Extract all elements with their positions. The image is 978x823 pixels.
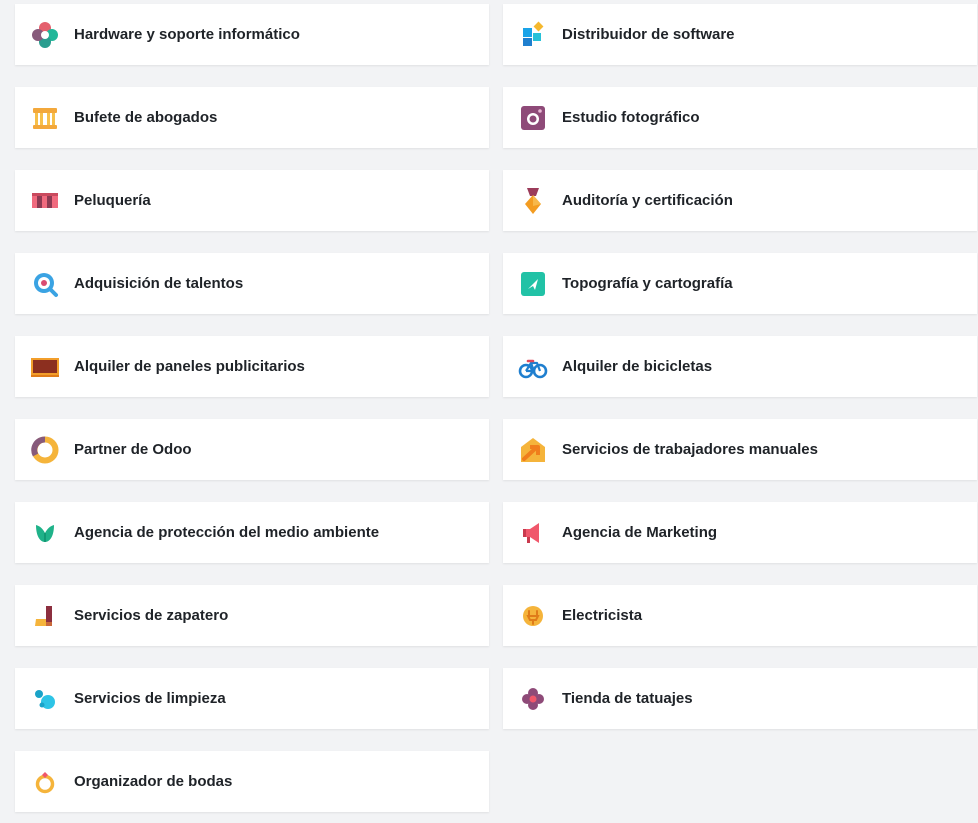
industry-card-photo-studio[interactable]: Estudio fotográfico (503, 87, 977, 148)
industry-card-talent[interactable]: Adquisición de talentos (15, 253, 489, 314)
tattoo-flower-icon (518, 684, 548, 714)
industry-label: Hardware y soporte informático (74, 26, 300, 43)
industry-card-handyman[interactable]: Servicios de trabajadores manuales (503, 419, 977, 480)
plug-icon (518, 601, 548, 631)
industry-label: Servicios de trabajadores manuales (562, 441, 818, 458)
courthouse-icon (30, 103, 60, 133)
awning-shop-icon (30, 186, 60, 216)
industry-card-electrician[interactable]: Electricista (503, 585, 977, 646)
industry-label: Organizador de bodas (74, 773, 233, 790)
software-blocks-icon (518, 20, 548, 50)
industry-label: Alquiler de bicicletas (562, 358, 713, 375)
flower-hardware-icon (30, 20, 60, 50)
billboard-icon (30, 352, 60, 382)
industry-label: Topografía y cartografía (562, 275, 733, 292)
industry-card-odoo-partner[interactable]: Partner de Odoo (15, 419, 489, 480)
industry-label: Agencia de protección del medio ambiente (74, 524, 380, 541)
industry-card-cleaning[interactable]: Servicios de limpieza (15, 668, 489, 729)
industry-card-marketing[interactable]: Agencia de Marketing (503, 502, 977, 563)
ring-icon (30, 767, 60, 797)
medal-icon (518, 186, 548, 216)
industry-label: Estudio fotográfico (562, 109, 700, 126)
bicycle-icon (518, 352, 548, 382)
industry-card-hair-salon[interactable]: Peluquería (15, 170, 489, 231)
megaphone-icon (518, 518, 548, 548)
industry-card-law-firm[interactable]: Bufete de abogados (15, 87, 489, 148)
industry-label: Alquiler de paneles publicitarios (74, 358, 305, 375)
camera-icon (518, 103, 548, 133)
industry-label: Servicios de limpieza (74, 690, 226, 707)
industry-label: Servicios de zapatero (74, 607, 229, 624)
industry-card-hardware[interactable]: Hardware y soporte informático (15, 4, 489, 65)
industry-label: Agencia de Marketing (562, 524, 718, 541)
industry-grid: Hardware y soporte informático Distribui… (15, 4, 977, 812)
odoo-ring-icon (30, 435, 60, 465)
industry-card-topography[interactable]: Topografía y cartografía (503, 253, 977, 314)
industry-card-bicycle[interactable]: Alquiler de bicicletas (503, 336, 977, 397)
industry-label: Partner de Odoo (74, 441, 192, 458)
industry-label: Electricista (562, 607, 643, 624)
magnifier-icon (30, 269, 60, 299)
industry-label: Adquisición de talentos (74, 275, 244, 292)
industry-label: Bufete de abogados (74, 109, 218, 126)
industry-card-tattoo[interactable]: Tienda de tatuajes (503, 668, 977, 729)
industry-card-shoemaker[interactable]: Servicios de zapatero (15, 585, 489, 646)
map-pin-icon (518, 269, 548, 299)
boot-icon (30, 601, 60, 631)
bubbles-icon (30, 684, 60, 714)
industry-card-wedding[interactable]: Organizador de bodas (15, 751, 489, 812)
industry-card-audit[interactable]: Auditoría y certificación (503, 170, 977, 231)
house-arrow-icon (518, 435, 548, 465)
industry-card-billboard[interactable]: Alquiler de paneles publicitarios (15, 336, 489, 397)
industry-label: Peluquería (74, 192, 151, 209)
industry-label: Distribuidor de software (562, 26, 735, 43)
leaf-icon (30, 518, 60, 548)
industry-card-software[interactable]: Distribuidor de software (503, 4, 977, 65)
industry-label: Tienda de tatuajes (562, 690, 693, 707)
industry-card-environment[interactable]: Agencia de protección del medio ambiente (15, 502, 489, 563)
industry-label: Auditoría y certificación (562, 192, 733, 209)
